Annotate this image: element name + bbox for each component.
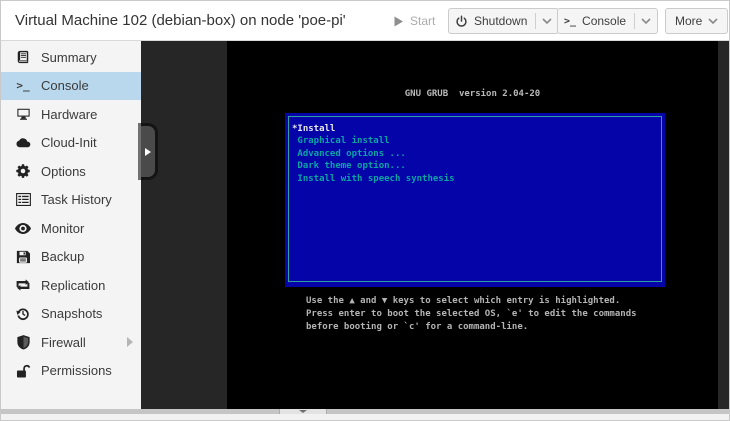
sidebar-item-label: Console — [41, 78, 89, 94]
floppy-icon — [15, 249, 31, 265]
sidebar-item-label: Options — [41, 163, 86, 179]
novnc-viewer: GNU GRUB version 2.04-20 *Install Graphi… — [141, 41, 729, 409]
shield-icon — [15, 334, 31, 350]
collapse-arrow-icon — [299, 410, 307, 413]
cloud-icon — [15, 135, 31, 151]
sidebar-item-console[interactable]: >_ Console — [1, 71, 141, 100]
grub-version-title: GNU GRUB version 2.04-20 — [404, 89, 541, 99]
grub-menu-entry-install: *Install — [292, 124, 336, 134]
sidebar-item-permissions[interactable]: Permissions — [1, 357, 141, 386]
grub-menu-entry-speech-synthesis: Install with speech synthesis — [292, 173, 455, 184]
vm-console-screen[interactable]: GNU GRUB version 2.04-20 *Install Graphi… — [227, 41, 718, 409]
replication-icon — [15, 277, 31, 293]
terminal-icon: >_ — [564, 15, 577, 27]
sidebar-item-task-history[interactable]: Task History — [1, 186, 141, 215]
sidebar-item-label: Hardware — [41, 106, 98, 122]
grub-menu-border: *Install Graphical install Advanced opti… — [288, 116, 662, 282]
sidebar-item-label: Firewall — [41, 334, 86, 350]
grub-help-text: Use the ▲ and ▼ keys to select which ent… — [306, 295, 637, 334]
sidebar-item-summary[interactable]: Summary — [1, 43, 141, 72]
snapshots-icon — [15, 306, 31, 322]
vm-sidebar: Summary >_ Console Hardware Cloud-Init O… — [1, 41, 141, 409]
sidebar-item-label: Monitor — [41, 220, 85, 236]
sidebar-item-backup[interactable]: Backup — [1, 243, 141, 272]
sidebar-item-hardware[interactable]: Hardware — [1, 100, 141, 129]
gear-icon — [15, 163, 31, 179]
header-bar: Virtual Machine 102 (debian-box) on node… — [1, 1, 729, 41]
display-icon — [15, 106, 31, 122]
sidebar-item-firewall[interactable]: Firewall — [1, 328, 141, 357]
sidebar-item-label: Summary — [41, 49, 97, 65]
console-button-label: Console — [582, 14, 627, 28]
sidebar-item-label: Snapshots — [41, 306, 103, 322]
button-separator — [535, 13, 537, 29]
sidebar-item-label: Cloud-Init — [41, 135, 97, 151]
terminal-icon: >_ — [16, 79, 30, 93]
sidebar-item-cloud-init[interactable]: Cloud-Init — [1, 129, 141, 158]
console-button[interactable]: >_ Console — [557, 8, 659, 34]
grub-help-line: Press enter to boot the selected OS, `e'… — [306, 309, 637, 319]
proxmox-vm-window: Virtual Machine 102 (debian-box) on node… — [0, 0, 730, 421]
shutdown-button-label: Shutdown — [474, 14, 528, 28]
sidebar-item-label: Task History — [41, 192, 112, 208]
book-icon — [15, 49, 31, 65]
grub-menu-entry-advanced-options: Advanced options ... — [292, 148, 406, 159]
start-button[interactable]: Start — [387, 8, 441, 34]
chevron-down-icon[interactable] — [542, 18, 552, 24]
sidebar-item-label: Replication — [41, 277, 106, 293]
grub-help-line: before booting or `c' for a command-line… — [306, 322, 529, 332]
sidebar-item-snapshots[interactable]: Snapshots — [1, 300, 141, 329]
page-title: Virtual Machine 102 (debian-box) on node… — [15, 12, 346, 29]
button-separator — [634, 13, 636, 29]
grub-menu-entry-graphical-install: Graphical install — [292, 136, 390, 147]
novnc-control-bar-handle[interactable] — [141, 126, 155, 177]
expand-arrow-icon — [145, 147, 151, 156]
bottom-panel-edge — [1, 414, 729, 420]
sidebar-item-monitor[interactable]: Monitor — [1, 214, 141, 243]
chevron-down-icon[interactable] — [641, 18, 651, 24]
unlock-icon — [15, 363, 31, 379]
sidebar-item-label: Backup — [41, 249, 85, 265]
grub-menu-entry-dark-theme: Dark theme option... — [292, 161, 406, 172]
sidebar-item-replication[interactable]: Replication — [1, 271, 141, 300]
eye-icon — [15, 220, 31, 236]
shutdown-button[interactable]: Shutdown — [448, 8, 560, 34]
play-icon — [393, 16, 404, 27]
start-button-label: Start — [410, 14, 436, 28]
chevron-down-icon — [708, 18, 718, 24]
submenu-arrow-icon — [127, 337, 133, 348]
task-list-icon — [15, 192, 31, 208]
power-icon — [455, 14, 468, 28]
grub-help-line: Use the ▲ and ▼ keys to select which ent… — [306, 296, 621, 306]
grub-menu-box: *Install Graphical install Advanced opti… — [285, 113, 665, 287]
more-button[interactable]: More — [665, 8, 729, 34]
more-button-label: More — [675, 14, 703, 28]
sidebar-item-options[interactable]: Options — [1, 157, 141, 186]
sidebar-item-label: Permissions — [41, 363, 112, 379]
